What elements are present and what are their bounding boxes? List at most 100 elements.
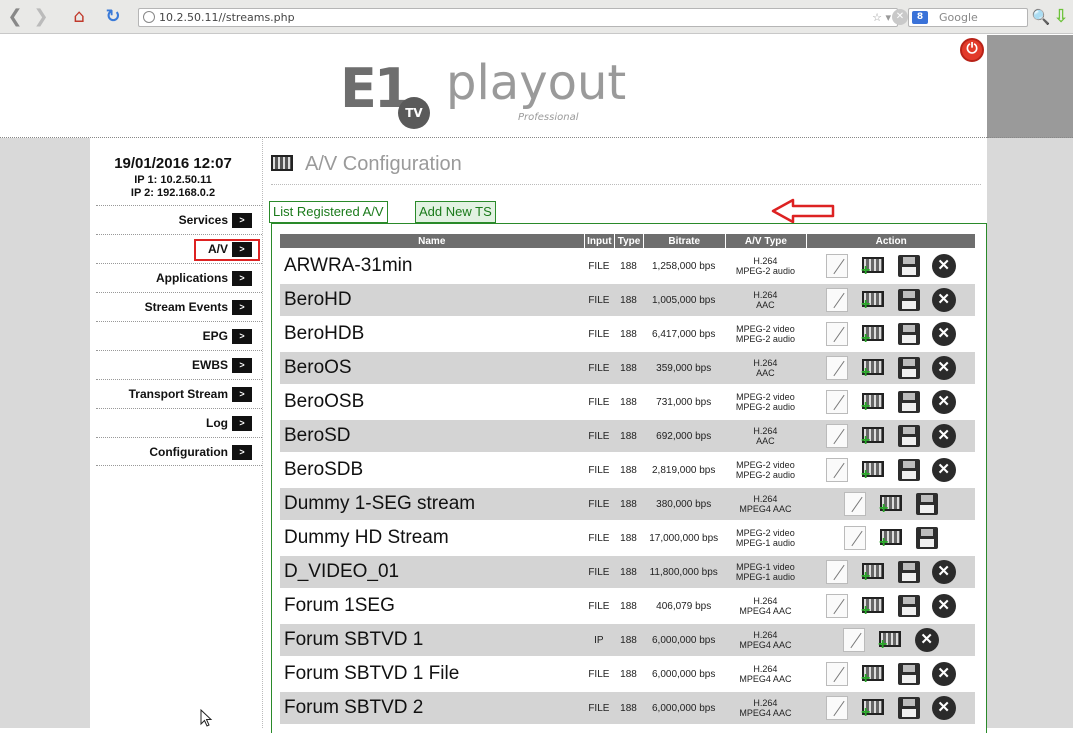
edit-icon[interactable] <box>825 662 848 686</box>
play-icon[interactable]: + <box>860 697 886 721</box>
play-icon[interactable]: + <box>878 493 904 517</box>
sidebar-item-ewbs[interactable]: EWBS > <box>96 350 262 379</box>
save-icon[interactable] <box>897 391 920 413</box>
save-icon[interactable] <box>897 289 920 311</box>
go-icon[interactable]: > <box>232 271 252 287</box>
delete-icon[interactable]: ✕ <box>931 560 956 584</box>
go-icon[interactable]: > <box>232 300 252 316</box>
tab-list-registered[interactable]: List Registered A/V <box>269 201 388 223</box>
clear-icon[interactable]: ✕ <box>892 9 908 25</box>
play-icon[interactable]: + <box>878 527 904 551</box>
stream-name: BeroSD <box>280 420 584 452</box>
edit-icon[interactable] <box>825 696 848 720</box>
edit-icon[interactable] <box>842 628 865 652</box>
edit-icon[interactable] <box>825 560 848 584</box>
sidebar-item-transport-stream[interactable]: Transport Stream > <box>96 379 262 408</box>
save-icon[interactable] <box>897 323 920 345</box>
delete-icon[interactable]: ✕ <box>931 696 956 720</box>
play-icon[interactable]: + <box>860 323 886 347</box>
save-icon[interactable] <box>915 493 938 515</box>
tab-add-new-ts[interactable]: Add New TS <box>415 201 496 223</box>
sidebar-item-log[interactable]: Log > <box>96 408 262 437</box>
sidebar-item-epg[interactable]: EPG > <box>96 321 262 350</box>
home-icon[interactable]: ⌂ <box>68 6 90 28</box>
save-icon[interactable] <box>915 527 938 549</box>
edit-icon[interactable] <box>825 254 848 278</box>
stream-av-type: H.264 MPEG-2 audio <box>725 250 807 282</box>
column-header-input[interactable]: Input <box>583 234 615 248</box>
play-icon[interactable]: + <box>860 255 886 279</box>
sidebar-item-stream-events[interactable]: Stream Events > <box>96 292 262 321</box>
delete-icon[interactable]: ✕ <box>931 288 956 312</box>
column-header-type[interactable]: Type <box>614 234 643 248</box>
play-icon[interactable]: + <box>860 663 886 687</box>
go-icon[interactable]: > <box>232 213 252 229</box>
stream-actions: + ✕ <box>806 624 975 656</box>
edit-icon[interactable] <box>825 322 848 346</box>
delete-icon[interactable]: ✕ <box>931 254 956 278</box>
edit-icon[interactable] <box>825 356 848 380</box>
edit-icon[interactable] <box>843 492 866 516</box>
av-audio: MPEG-2 audio <box>735 266 795 276</box>
play-icon[interactable]: + <box>860 561 886 585</box>
av-video: H.264 <box>753 426 778 436</box>
go-icon[interactable]: > <box>232 445 252 461</box>
sidebar-item-av[interactable]: A/V > <box>96 234 262 263</box>
delete-icon[interactable]: ✕ <box>931 594 956 618</box>
av-audio: MPEG4 AAC <box>739 674 792 684</box>
av-audio: MPEG4 AAC <box>739 606 792 616</box>
delete-icon[interactable]: ✕ <box>931 424 956 448</box>
delete-icon[interactable]: ✕ <box>931 458 956 482</box>
edit-icon[interactable] <box>843 526 866 550</box>
delete-icon[interactable]: ✕ <box>914 628 939 652</box>
play-icon[interactable]: + <box>860 289 886 313</box>
stream-av-type: MPEG-2 video MPEG-2 audio <box>725 454 807 486</box>
search-input[interactable]: 8 Google <box>908 8 1028 27</box>
delete-icon[interactable]: ✕ <box>931 662 956 686</box>
edit-icon[interactable] <box>825 424 848 448</box>
delete-icon[interactable]: ✕ <box>931 390 956 414</box>
go-icon[interactable]: > <box>232 358 252 374</box>
play-icon[interactable]: + <box>860 595 886 619</box>
edit-icon[interactable] <box>825 594 848 618</box>
play-icon[interactable]: + <box>860 357 886 381</box>
edit-icon[interactable] <box>825 458 848 482</box>
address-bar[interactable]: 10.2.50.11//streams.php ☆ ▾ <box>138 8 898 27</box>
column-header-bitrate[interactable]: Bitrate <box>642 234 725 248</box>
save-icon[interactable] <box>897 697 920 719</box>
edit-icon[interactable] <box>825 390 848 414</box>
save-icon[interactable] <box>897 561 920 583</box>
go-icon[interactable]: > <box>232 416 252 432</box>
go-icon[interactable]: > <box>232 329 252 345</box>
stream-bitrate: 6,000,000 bps <box>642 624 725 656</box>
stream-name: BeroHDB <box>284 323 365 344</box>
edit-icon[interactable] <box>825 288 848 312</box>
play-icon[interactable]: + <box>877 629 903 653</box>
play-icon[interactable]: + <box>860 425 886 449</box>
search-engine-icon[interactable]: 8 <box>912 11 928 24</box>
download-icon[interactable]: ⇩ <box>1050 6 1072 28</box>
save-icon[interactable] <box>897 663 920 685</box>
go-icon[interactable]: > <box>232 387 252 403</box>
sidebar-item-configuration[interactable]: Configuration > <box>96 437 262 466</box>
column-header-name[interactable]: Name <box>280 234 584 248</box>
bookmark-star-icon[interactable]: ☆ ▾ <box>872 9 891 26</box>
column-header-av-type[interactable]: A/V Type <box>724 234 807 248</box>
save-icon[interactable] <box>897 425 920 447</box>
forward-icon[interactable]: ❯ <box>30 6 52 28</box>
save-icon[interactable] <box>897 255 920 277</box>
sidebar-item-services[interactable]: Services > <box>96 205 262 234</box>
play-icon[interactable]: + <box>860 459 886 483</box>
back-icon[interactable]: ❮ <box>4 6 26 28</box>
save-icon[interactable] <box>897 357 920 379</box>
sidebar-item-applications[interactable]: Applications > <box>96 263 262 292</box>
save-icon[interactable] <box>897 459 920 481</box>
delete-icon[interactable]: ✕ <box>931 322 956 346</box>
search-icon[interactable]: 🔍 <box>1030 6 1052 28</box>
delete-icon[interactable]: ✕ <box>931 356 956 380</box>
play-icon[interactable]: + <box>860 391 886 415</box>
power-icon[interactable]: ⏻ <box>960 38 984 62</box>
reload-icon[interactable]: ↻ <box>102 6 124 28</box>
save-icon[interactable] <box>897 595 920 617</box>
logo-tv-badge: TV <box>398 97 430 129</box>
